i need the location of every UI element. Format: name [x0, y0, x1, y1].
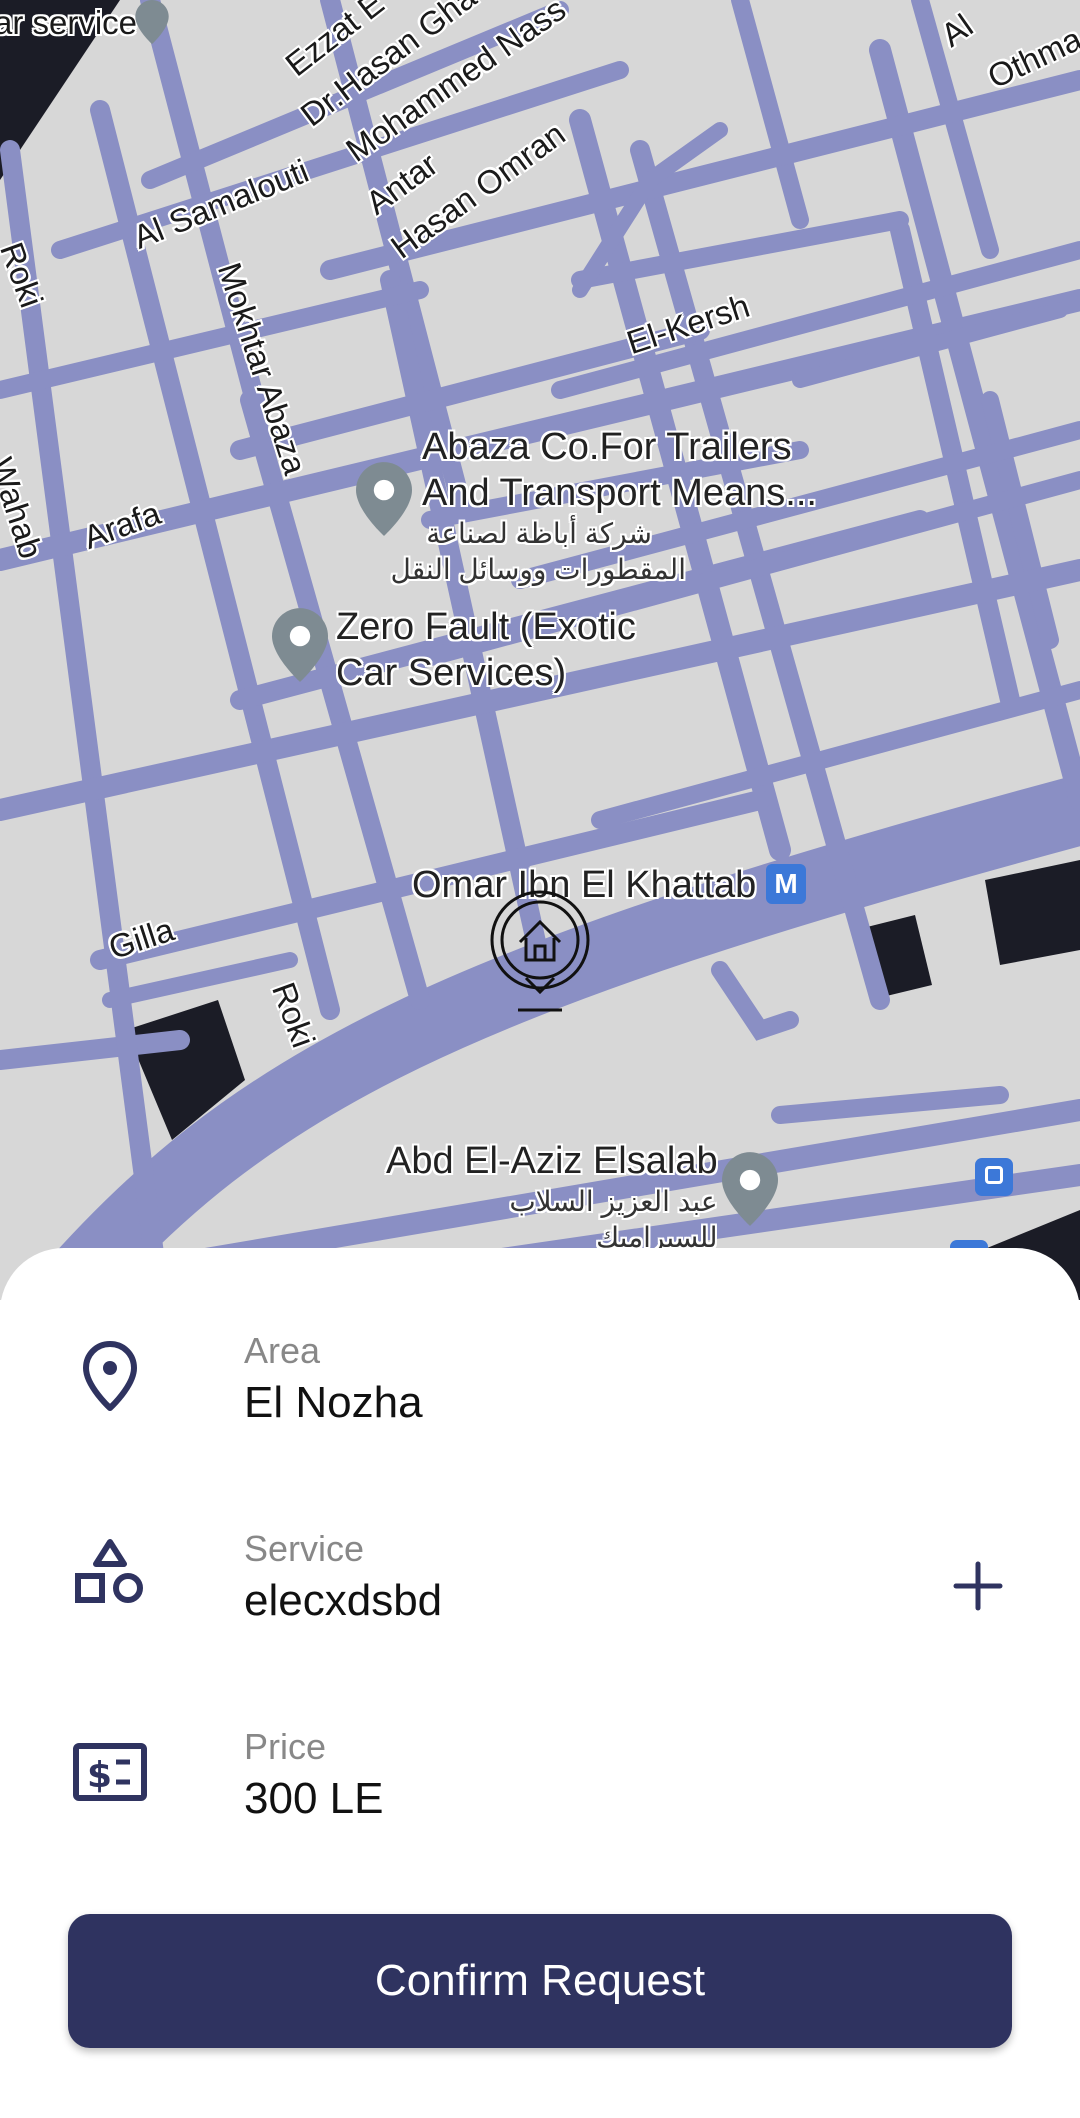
app-root: ar service Ezzat E Dr.Hasan Gha Mohammed… — [0, 0, 1080, 2118]
map-pin-icon[interactable] — [272, 608, 328, 682]
area-value: El Nozha — [244, 1378, 423, 1427]
svg-text:$: $ — [87, 1755, 112, 1796]
location-pin-icon — [83, 1341, 137, 1411]
map-view[interactable]: ar service Ezzat E Dr.Hasan Gha Mohammed… — [0, 0, 1080, 1300]
map-pin-icon[interactable] — [356, 462, 412, 536]
poi-abaza-arabic-2: المقطورات ووسائل النقل — [390, 554, 686, 585]
poi-zero-fault[interactable]: Zero Fault (Exotic Car Services) — [336, 604, 636, 696]
poi-abd-el-aziz-arabic-1: عبد العزيز السلاب — [509, 1186, 718, 1217]
service-value: elecxdsbd — [244, 1576, 443, 1625]
poi-abaza[interactable]: Abaza Co.For Trailers And Transport Mean… — [390, 424, 817, 588]
service-row[interactable]: Service elecxdsbd — [0, 1516, 1080, 1666]
poi-abaza-name: Abaza Co.For Trailers And Transport Mean… — [422, 426, 817, 514]
map-pin-icon[interactable] — [130, 0, 174, 44]
street-label-car-service: ar service — [0, 4, 138, 41]
shapes-icon — [75, 1539, 143, 1603]
poi-abd-el-aziz-name: Abd El-Aziz Elsalab — [386, 1140, 718, 1182]
price-row[interactable]: $ Price 300 LE — [0, 1714, 1080, 1864]
money-bill-icon: $ — [73, 1743, 147, 1801]
confirm-request-button[interactable]: Confirm Request — [68, 1914, 1012, 2048]
location-marker-icon[interactable] — [488, 888, 592, 1014]
metro-icon[interactable]: M — [766, 864, 806, 904]
price-value: 300 LE — [244, 1774, 384, 1823]
bus-stop-icon[interactable] — [975, 1158, 1013, 1196]
service-label: Service — [244, 1528, 365, 1569]
area-label: Area — [244, 1330, 321, 1371]
price-label: Price — [244, 1726, 327, 1767]
poi-abd-el-aziz[interactable]: Abd El-Aziz Elsalab عبد العزيز السلاب لل… — [386, 1138, 718, 1256]
poi-abaza-arabic-1: شركة أباظة لصناعة — [426, 518, 652, 549]
plus-icon[interactable] — [948, 1556, 1008, 1616]
area-row[interactable]: Area El Nozha — [0, 1318, 1080, 1468]
map-pin-icon[interactable] — [722, 1152, 778, 1226]
